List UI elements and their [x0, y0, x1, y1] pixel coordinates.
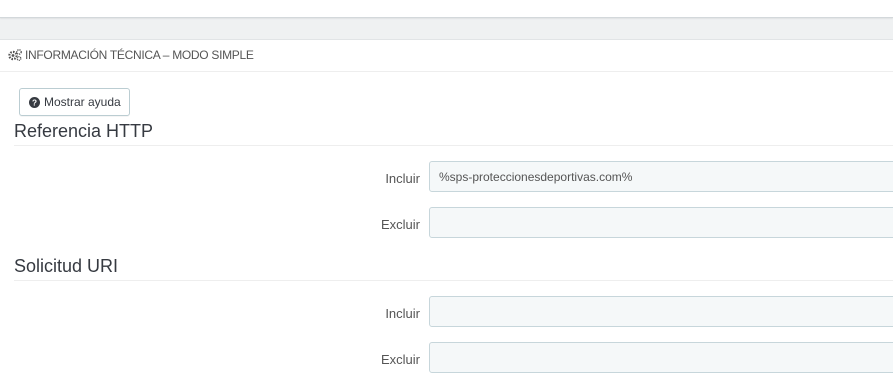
question-circle-icon: ? [29, 96, 40, 108]
http-referer-exclude-input[interactable] [429, 207, 893, 238]
request-uri-include-label: Incluir [385, 306, 420, 321]
gears-icon [8, 49, 22, 61]
request-uri-exclude-label: Excluir [380, 352, 420, 367]
show-help-button[interactable]: ? Mostrar ayuda [19, 88, 130, 116]
http-referer-include-label: Incluir [385, 171, 420, 186]
previous-panel-bottom [0, 0, 893, 18]
http-referer-include-input[interactable] [429, 161, 893, 192]
panel-title: Información técnica – modo simple [25, 48, 254, 62]
technical-info-panel: Información técnica – modo simple ? Most… [0, 39, 893, 386]
svg-text:?: ? [32, 98, 37, 107]
request-uri-include-input[interactable] [429, 296, 893, 327]
http-referer-exclude-label: Excluir [380, 217, 420, 232]
request-uri-exclude-input[interactable] [429, 342, 893, 373]
request-uri-heading: Solicitud URI [14, 256, 893, 281]
show-help-label: Mostrar ayuda [44, 95, 121, 109]
http-referer-heading: Referencia HTTP [14, 121, 893, 146]
panel-heading: Información técnica – modo simple [0, 40, 893, 72]
